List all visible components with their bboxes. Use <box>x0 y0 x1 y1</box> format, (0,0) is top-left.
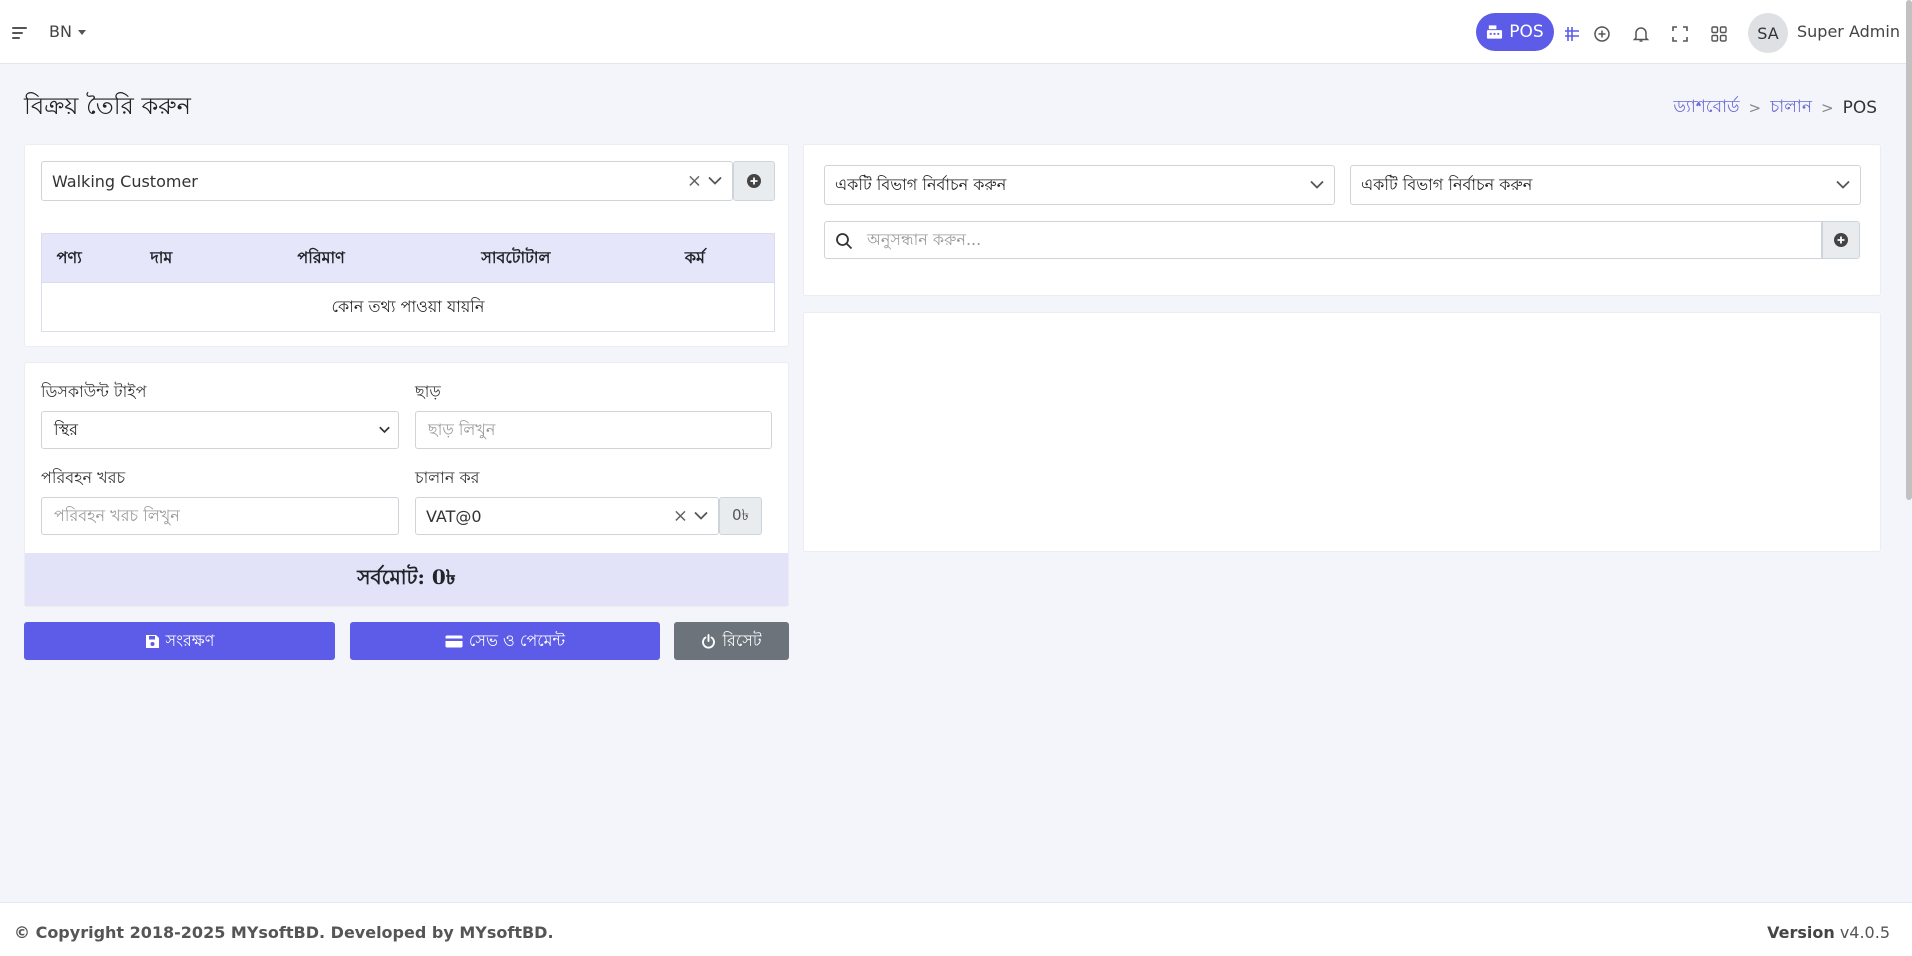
product-grid <box>803 312 1881 552</box>
col-quantity: পরিমাণ <box>226 233 416 283</box>
caret-down-icon <box>77 30 86 35</box>
col-action: কর্ম <box>615 233 775 283</box>
user-name[interactable]: Super Admin <box>1797 22 1900 41</box>
shipping-placeholder: পরিবহন খরচ লিখুন <box>54 505 180 525</box>
shipping-label: পরিবহন খরচ <box>41 468 126 487</box>
col-subtotal: সাবটোটাল <box>415 233 616 283</box>
col-price: দাম <box>96 233 227 283</box>
chevron-down-icon <box>379 426 390 434</box>
chevron-down-icon <box>1310 180 1324 189</box>
language-label: BN <box>49 22 72 41</box>
breadcrumb-dashboard[interactable]: ড্যাশবোর্ড <box>1673 94 1739 122</box>
breadcrumb: ড্যাশবোর্ড > চালান > POS <box>1673 94 1877 122</box>
apps-icon[interactable] <box>1709 24 1729 44</box>
bell-icon[interactable] <box>1631 24 1651 44</box>
search-placeholder: অনুসন্ধান করুন... <box>867 229 982 249</box>
clear-icon[interactable]: × <box>673 506 688 527</box>
discount-type-label: ডিসকাউন্ট টাইপ <box>41 382 147 401</box>
fullscreen-icon[interactable] <box>1670 24 1690 44</box>
brand-select[interactable]: একটি বিভাগ নির্বাচন করুন <box>1350 165 1861 205</box>
order-summary-card: ডিসকাউন্ট টাইপ স্থির ছাড় ছাড় লিখুন পরি… <box>24 362 789 607</box>
version-value: v4.0.5 <box>1839 923 1890 942</box>
power-icon <box>702 633 716 648</box>
version-label: Version <box>1767 923 1835 942</box>
cash-register-icon <box>1487 25 1503 39</box>
discount-input[interactable]: ছাড় লিখুন <box>415 411 772 449</box>
cart-card: Walking Customer × পণ্য দাম পরিমাণ সাবটো… <box>24 144 789 347</box>
language-switcher[interactable]: BN <box>49 22 86 41</box>
save-and-payment-label: সেভ ও পেমেন্ট <box>468 630 566 650</box>
discount-placeholder: ছাড় লিখুন <box>428 419 496 439</box>
grand-total: সর্বমোট: 0৳ <box>25 553 788 606</box>
discount-type-select[interactable]: স্থির <box>41 411 399 449</box>
plus-circle-icon <box>1834 233 1848 247</box>
tax-value: VAT@0 <box>426 506 482 526</box>
tax-amount: 0৳ <box>719 497 762 535</box>
reset-label: রিসেট <box>722 630 762 650</box>
add-circle-icon[interactable] <box>1592 24 1612 44</box>
calculator-icon[interactable] <box>1562 24 1582 44</box>
clear-icon[interactable]: × <box>687 171 702 192</box>
breadcrumb-separator: > <box>1748 99 1762 117</box>
col-product: পণ্য <box>41 233 97 283</box>
chevron-down-icon <box>1836 180 1850 189</box>
product-search-input[interactable]: অনুসন্ধান করুন... <box>824 221 1822 259</box>
product-filter-card: একটি বিভাগ নির্বাচন করুন একটি বিভাগ নির্… <box>803 144 1881 296</box>
customer-select[interactable]: Walking Customer × <box>41 161 733 201</box>
shipping-input[interactable]: পরিবহন খরচ লিখুন <box>41 497 399 535</box>
discount-label: ছাড় <box>415 382 441 401</box>
customer-selected: Walking Customer <box>52 171 198 191</box>
empty-message: কোন তথ্য পাওয়া যায়নি <box>41 282 775 332</box>
save-label: সংরক্ষণ <box>165 630 215 650</box>
plus-circle-icon <box>747 174 761 188</box>
version-info: Version v4.0.5 <box>1767 923 1890 942</box>
table-header-row: পণ্য দাম পরিমাণ সাবটোটাল কর্ম <box>41 233 775 283</box>
tax-label: চালান কর <box>415 468 480 487</box>
brand-placeholder: একটি বিভাগ নির্বাচন করুন <box>1361 174 1533 194</box>
pos-label: POS <box>1509 22 1544 42</box>
page-scrollbar[interactable] <box>1906 0 1912 500</box>
category-placeholder: একটি বিভাগ নির্বাচন করুন <box>835 174 1007 194</box>
menu-icon[interactable] <box>12 27 27 39</box>
breadcrumb-current: POS <box>1842 98 1877 118</box>
pos-button[interactable]: POS <box>1476 13 1554 51</box>
add-product-button[interactable] <box>1822 221 1860 259</box>
discount-type-value: স্থির <box>54 419 78 439</box>
footer: © Copyright 2018-2025 MYsoftBD. Develope… <box>0 902 1912 956</box>
page-title: বিক্রয় তৈরি করুন <box>24 92 191 120</box>
tax-select[interactable]: VAT@0 × <box>415 497 719 535</box>
reset-button[interactable]: রিসেট <box>674 622 789 660</box>
save-button[interactable]: সংরক্ষণ <box>24 622 335 660</box>
breadcrumb-invoice[interactable]: চালান <box>1770 94 1812 122</box>
add-customer-button[interactable] <box>733 161 775 201</box>
avatar[interactable]: SA <box>1748 13 1788 53</box>
category-select[interactable]: একটি বিভাগ নির্বাচন করুন <box>824 165 1335 205</box>
cart-table: পণ্য দাম পরিমাণ সাবটোটাল কর্ম কোন তথ্য প… <box>41 233 775 332</box>
credit-card-icon <box>445 635 463 647</box>
copyright-text: © Copyright 2018-2025 MYsoftBD. Develope… <box>14 923 554 942</box>
chevron-down-icon <box>694 511 708 520</box>
chevron-down-icon <box>708 176 722 185</box>
breadcrumb-separator: > <box>1820 99 1834 117</box>
save-and-payment-button[interactable]: সেভ ও পেমেন্ট <box>350 622 660 660</box>
table-row: কোন তথ্য পাওয়া যায়নি <box>41 282 775 332</box>
floppy-disk-icon <box>145 634 159 648</box>
search-icon <box>836 233 853 250</box>
top-navbar: BN POS SA Super Admin <box>0 0 1912 64</box>
